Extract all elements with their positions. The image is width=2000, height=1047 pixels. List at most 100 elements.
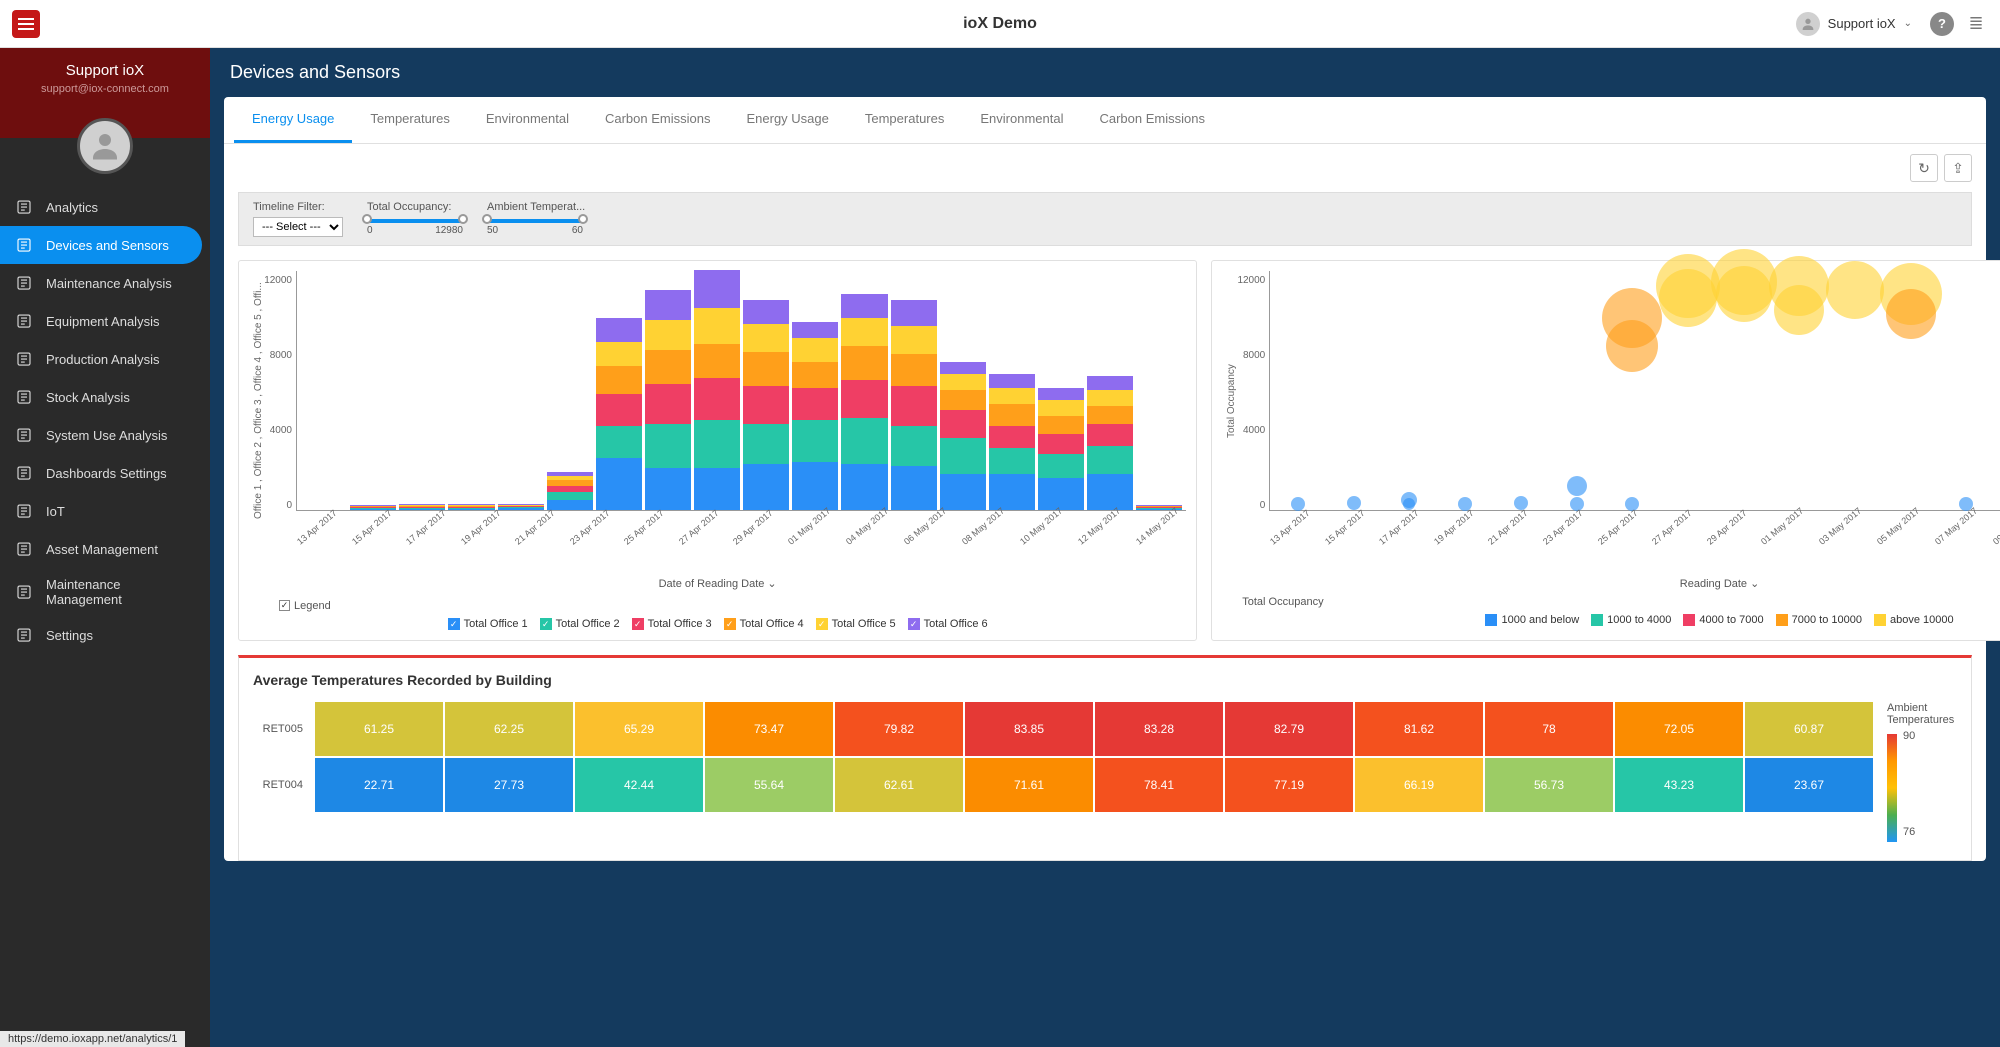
- bar-segment: [891, 386, 937, 426]
- bar-column: [1038, 388, 1084, 510]
- chart-toolbar: ↻ ⇪: [224, 144, 1986, 192]
- refresh-button[interactable]: ↻: [1910, 154, 1938, 182]
- heatmap-cell: 79.82: [835, 702, 963, 756]
- bubble-point: [1716, 266, 1772, 322]
- bar-segment: [743, 324, 789, 352]
- bar-column: [989, 374, 1035, 510]
- bar-segment: [989, 388, 1035, 404]
- heatmap-cell: 83.85: [965, 702, 1093, 756]
- bars-container: [296, 271, 1186, 511]
- tab-environmental-2[interactable]: Environmental: [468, 97, 587, 143]
- ambient-min: 50: [487, 225, 498, 236]
- help-button[interactable]: ?: [1930, 12, 1954, 36]
- heatmap-cell: 60.87: [1745, 702, 1873, 756]
- legend-label: Total Office 5: [832, 618, 896, 630]
- bar-segment: [891, 426, 937, 466]
- sidebar-item-system-use-analysis[interactable]: System Use Analysis: [0, 416, 210, 454]
- nav-icon: [14, 582, 34, 602]
- ambient-slider[interactable]: [487, 219, 583, 223]
- nav-icon: [14, 625, 34, 645]
- tab-carbon-emissions-7[interactable]: Carbon Emissions: [1081, 97, 1223, 143]
- bar-segment: [891, 300, 937, 326]
- sidebar-item-devices-and-sensors[interactable]: Devices and Sensors: [0, 226, 202, 264]
- legend-item[interactable]: 1000 to 4000: [1591, 614, 1671, 626]
- slider-thumb-max[interactable]: [578, 214, 588, 224]
- ambient-max: 60: [572, 225, 583, 236]
- tab-environmental-6[interactable]: Environmental: [962, 97, 1081, 143]
- hamburger-icon: [18, 23, 34, 25]
- legend-item[interactable]: ✓Total Office 5: [816, 618, 896, 630]
- legend-item[interactable]: ✓Total Office 1: [448, 618, 528, 630]
- list-button[interactable]: ≣: [1964, 12, 1988, 36]
- bar-column: [645, 290, 691, 510]
- bar-segment: [1038, 416, 1084, 434]
- timeline-filter-select[interactable]: --- Select ---: [253, 217, 343, 237]
- menu-button[interactable]: [12, 10, 40, 38]
- heatmap-cell: 65.29: [575, 702, 703, 756]
- bar-segment: [596, 366, 642, 394]
- bar-segment: [645, 384, 691, 424]
- bar-segment: [596, 342, 642, 366]
- slider-thumb-max[interactable]: [458, 214, 468, 224]
- bar-segment: [1087, 390, 1133, 406]
- app-title: ioX Demo: [963, 15, 1037, 33]
- sidebar-item-stock-analysis[interactable]: Stock Analysis: [0, 378, 210, 416]
- bar-segment: [694, 270, 740, 308]
- slider-thumb-min[interactable]: [362, 214, 372, 224]
- bar-segment: [694, 308, 740, 344]
- occupancy-filter-label: Total Occupancy:: [367, 201, 463, 213]
- bar-column: [1087, 376, 1133, 510]
- tab-temperatures-5[interactable]: Temperatures: [847, 97, 962, 143]
- sidebar-user-email: support@iox-connect.com: [14, 83, 196, 95]
- legend-item[interactable]: 4000 to 7000: [1683, 614, 1763, 626]
- bar-column: [547, 472, 593, 510]
- legend-item[interactable]: above 10000: [1874, 614, 1954, 626]
- sidebar-item-iot[interactable]: IoT: [0, 492, 210, 530]
- bubble-chart: Total Occupancy 12000800040000 13 Apr 20…: [1211, 260, 2000, 641]
- slider-thumb-min[interactable]: [482, 214, 492, 224]
- sidebar-item-maintenance-management[interactable]: Maintenance Management: [0, 568, 210, 616]
- bar-segment: [989, 374, 1035, 388]
- sidebar-item-dashboards-settings[interactable]: Dashboards Settings: [0, 454, 210, 492]
- sidebar-item-production-analysis[interactable]: Production Analysis: [0, 340, 210, 378]
- legend-toggle[interactable]: ✓Legend: [279, 600, 331, 612]
- bar-segment: [547, 492, 593, 500]
- legend-item[interactable]: ✓Total Office 6: [908, 618, 988, 630]
- nav-label: Production Analysis: [46, 352, 159, 367]
- sidebar-item-asset-management[interactable]: Asset Management: [0, 530, 210, 568]
- sidebar-item-settings[interactable]: Settings: [0, 616, 210, 654]
- avatar-icon: [1796, 12, 1820, 36]
- tab-carbon-emissions-3[interactable]: Carbon Emissions: [587, 97, 729, 143]
- bar-segment: [743, 300, 789, 324]
- heatmap-cell: 22.71: [315, 758, 443, 812]
- sidebar-item-equipment-analysis[interactable]: Equipment Analysis: [0, 302, 210, 340]
- legend-item[interactable]: 7000 to 10000: [1776, 614, 1862, 626]
- user-menu[interactable]: Support ioX ⌄: [1788, 8, 1920, 40]
- heatmap-scale: Ambient Temperatures 90 76: [1887, 702, 1957, 846]
- tab-temperatures-1[interactable]: Temperatures: [352, 97, 467, 143]
- tab-energy-usage-0[interactable]: Energy Usage: [234, 97, 352, 143]
- bar-segment: [841, 346, 887, 380]
- filter-bar: Timeline Filter: --- Select --- Total Oc…: [238, 192, 1972, 246]
- bar-segment: [743, 386, 789, 424]
- bubble-legend: 1000 and below 1000 to 4000 4000 to 7000 70…: [1222, 614, 2000, 629]
- tab-energy-usage-4[interactable]: Energy Usage: [728, 97, 846, 143]
- sidebar-avatar[interactable]: [77, 118, 133, 174]
- bubble-point: [1606, 320, 1658, 372]
- charts-row: Office 1 , Office 2 , Office 3 , Office …: [238, 260, 1972, 641]
- nav-icon: [14, 539, 34, 559]
- sidebar-item-analytics[interactable]: Analytics: [0, 188, 210, 226]
- export-button[interactable]: ⇪: [1944, 154, 1972, 182]
- sidebar-item-maintenance-analysis[interactable]: Maintenance Analysis: [0, 264, 210, 302]
- legend-item[interactable]: ✓Total Office 3: [632, 618, 712, 630]
- bar-segment: [989, 404, 1035, 426]
- bar-segment: [743, 424, 789, 464]
- legend-item[interactable]: 1000 and below: [1485, 614, 1579, 626]
- legend-item[interactable]: ✓Total Office 2: [540, 618, 620, 630]
- occupancy-slider[interactable]: [367, 219, 463, 223]
- bubble-y-label: Total Occupancy: [1222, 271, 1241, 531]
- bar-segment: [891, 354, 937, 386]
- heatmap-cell: 78: [1485, 702, 1613, 756]
- legend-item[interactable]: ✓Total Office 4: [724, 618, 804, 630]
- bubble-point: [1774, 285, 1824, 335]
